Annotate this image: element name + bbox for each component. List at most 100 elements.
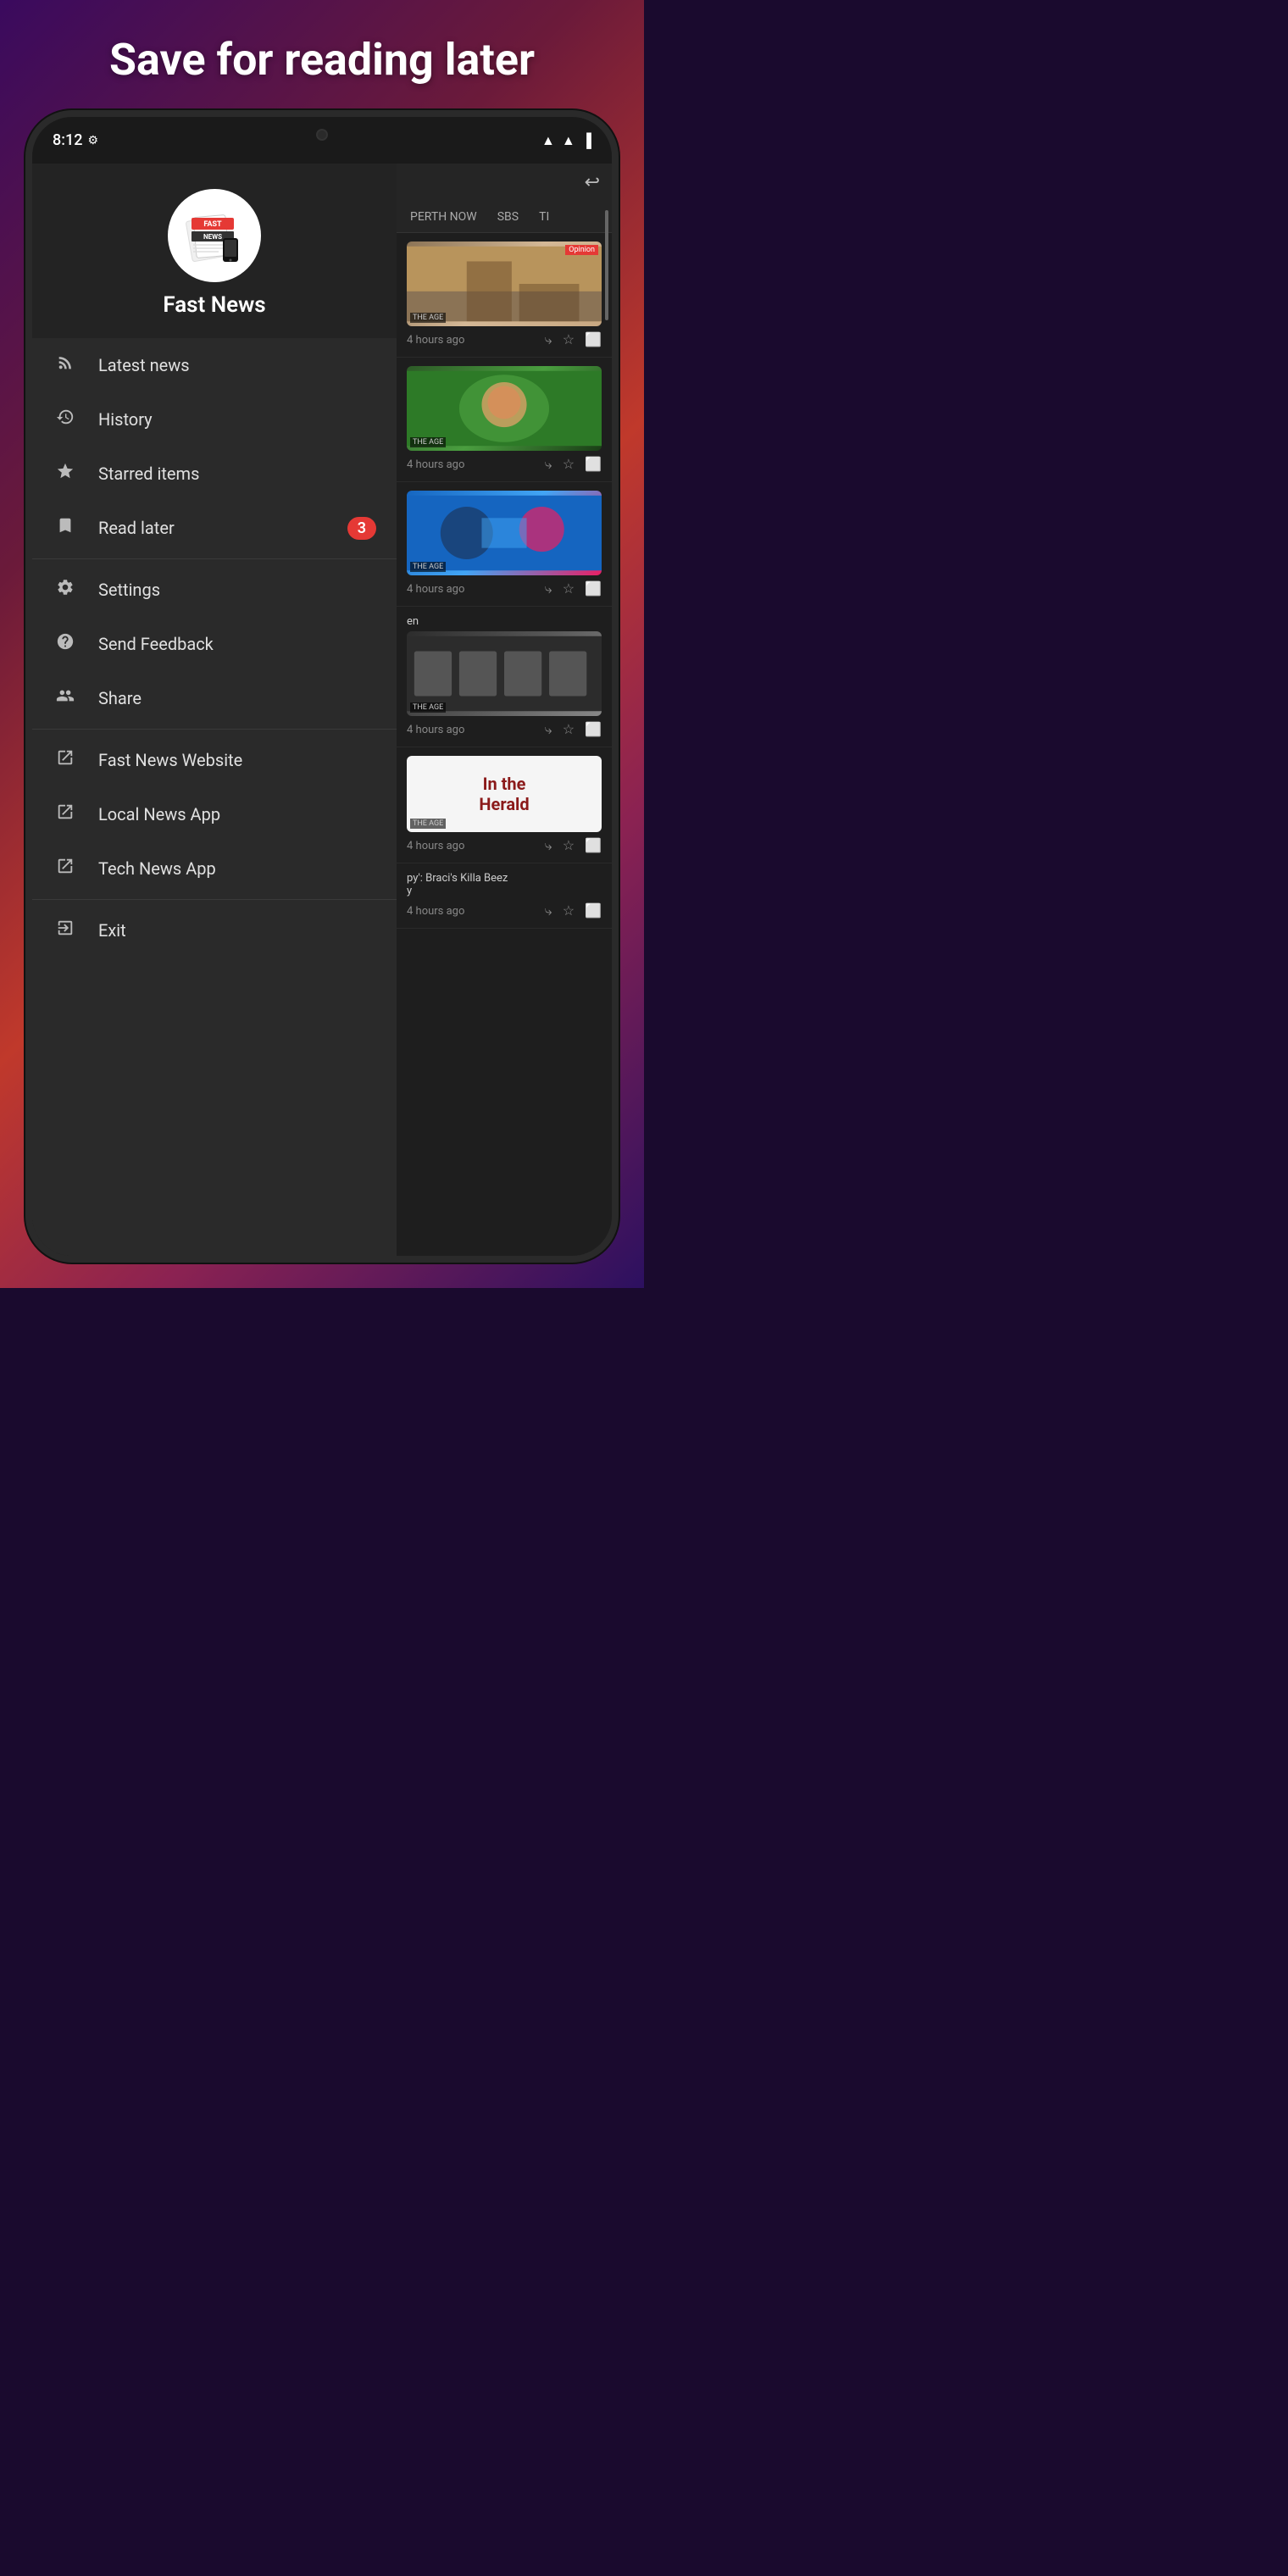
drawer-label-tech-news-app: Tech News App (98, 858, 216, 879)
news-thumb-2: THE AGE (407, 366, 602, 451)
rss-icon (53, 353, 78, 377)
bookmark-action-icon-4[interactable]: ⬜ (585, 721, 602, 738)
share-header-icon[interactable]: ↩ (585, 172, 600, 193)
exit-icon (53, 919, 78, 942)
news-list: Opinion THE AGE 4 hours ago ⤷ ☆ ⬜ (397, 233, 612, 1256)
opinion-badge-1: Opinion (565, 245, 598, 255)
the-age-mark-5: THE AGE (410, 819, 446, 829)
gear-icon (53, 578, 78, 602)
share-icon-6[interactable]: ⤷ (545, 902, 552, 919)
drawer-label-read-later: Read later (98, 518, 175, 538)
battery-icon: ▐ (582, 132, 591, 149)
bookmark-icon (53, 516, 78, 540)
drawer-label-feedback: Send Feedback (98, 634, 214, 654)
star-icon (53, 462, 78, 486)
the-age-mark-2: THE AGE (410, 437, 446, 447)
page-title: Save for reading later (0, 34, 644, 86)
star-action-icon-3[interactable]: ☆ (563, 580, 575, 597)
bookmark-action-icon-2[interactable]: ⬜ (585, 456, 602, 473)
news-item-4-bottom: 4 hours ago ⤷ ☆ ⬜ (407, 721, 602, 738)
drawer-label-latest-news: Latest news (98, 355, 190, 375)
drawer-item-starred[interactable]: Starred items (32, 447, 397, 501)
app-name: Fast News (163, 292, 265, 318)
drawer-item-history[interactable]: History (32, 392, 397, 447)
drawer-header: FAST NEWS Fast News (32, 164, 397, 338)
share-icon-2[interactable]: ⤷ (545, 456, 552, 473)
scrollbar[interactable] (605, 210, 608, 320)
news-item-1-bottom: 4 hours ago ⤷ ☆ ⬜ (407, 331, 602, 348)
news-thumb-4: THE AGE (407, 631, 602, 716)
news-time-1: 4 hours ago (407, 334, 464, 347)
news-time-3: 4 hours ago (407, 583, 464, 596)
news-thumb-5: In theHerald THE AGE (407, 756, 602, 832)
news-item-5[interactable]: In theHerald THE AGE 4 hours ago ⤷ ☆ ⬜ (397, 747, 612, 863)
wifi-icon: ▲ (541, 132, 555, 149)
news-time-2: 4 hours ago (407, 458, 464, 471)
help-icon (53, 632, 78, 656)
star-action-icon-6[interactable]: ☆ (563, 902, 575, 919)
svg-text:FAST: FAST (203, 220, 222, 229)
bookmark-action-icon-6[interactable]: ⬜ (585, 902, 602, 919)
share-icon-3[interactable]: ⤷ (545, 580, 552, 597)
star-action-icon-4[interactable]: ☆ (563, 721, 575, 738)
drawer-item-exit[interactable]: Exit (32, 903, 397, 958)
navigation-drawer: FAST NEWS Fast News (32, 164, 397, 1256)
news-item-1[interactable]: Opinion THE AGE 4 hours ago ⤷ ☆ ⬜ (397, 233, 612, 358)
news-item-6[interactable]: py': Braci's Killa Beezy 4 hours ago ⤷ ☆… (397, 863, 612, 929)
star-action-icon-5[interactable]: ☆ (563, 837, 575, 854)
drawer-item-share[interactable]: Share (32, 671, 397, 725)
share-icon-5[interactable]: ⤷ (545, 837, 552, 854)
news-actions-5: ⤷ ☆ ⬜ (545, 837, 602, 854)
news-time-4: 4 hours ago (407, 724, 464, 736)
external-link-icon-3 (53, 857, 78, 880)
phone-content: FAST NEWS Fast News (32, 164, 612, 1256)
news-time-5: 4 hours ago (407, 840, 464, 852)
news-panel: ↩ PERTH NOW SBS TI Opinion (397, 164, 612, 1256)
star-action-icon-2[interactable]: ☆ (563, 456, 575, 473)
drawer-item-read-later[interactable]: Read later 3 (32, 501, 397, 555)
read-later-badge: 3 (347, 517, 376, 540)
tab-ti[interactable]: TI (530, 202, 558, 232)
drawer-label-local-news-app: Local News App (98, 804, 220, 824)
app-logo: FAST NEWS (168, 189, 261, 282)
drawer-item-settings[interactable]: Settings (32, 563, 397, 617)
external-link-icon-2 (53, 802, 78, 826)
bookmark-action-icon-3[interactable]: ⬜ (585, 580, 602, 597)
news-actions-2: ⤷ ☆ ⬜ (545, 456, 602, 473)
external-link-icon-1 (53, 748, 78, 772)
the-age-mark-1: THE AGE (410, 313, 446, 323)
news-item-5-bottom: 4 hours ago ⤷ ☆ ⬜ (407, 837, 602, 854)
drawer-item-local-news-app[interactable]: Local News App (32, 787, 397, 841)
news-item-2[interactable]: THE AGE 4 hours ago ⤷ ☆ ⬜ (397, 358, 612, 482)
the-age-mark-4: THE AGE (410, 702, 446, 713)
drawer-item-fast-news-website[interactable]: Fast News Website (32, 733, 397, 787)
divider-1 (32, 558, 397, 559)
news-tabs: PERTH NOW SBS TI (397, 202, 612, 233)
drawer-label-history: History (98, 409, 153, 430)
news-item-2-bottom: 4 hours ago ⤷ ☆ ⬜ (407, 456, 602, 473)
news-text-4: en (407, 615, 602, 628)
tab-sbs[interactable]: SBS (489, 202, 527, 232)
status-bar: 8:12 ⚙ ▲ ▲ ▐ (32, 117, 612, 164)
star-action-icon-1[interactable]: ☆ (563, 331, 575, 348)
drawer-item-tech-news-app[interactable]: Tech News App (32, 841, 397, 896)
tab-perth-now[interactable]: PERTH NOW (402, 202, 486, 232)
news-actions-6: ⤷ ☆ ⬜ (545, 902, 602, 919)
bookmark-action-icon-5[interactable]: ⬜ (585, 837, 602, 854)
share-icon-1[interactable]: ⤷ (545, 331, 552, 348)
news-item-3[interactable]: THE AGE 4 hours ago ⤷ ☆ ⬜ (397, 482, 612, 607)
history-icon (53, 408, 78, 431)
divider-2 (32, 729, 397, 730)
signal-icon: ▲ (562, 132, 575, 149)
news-thumb-3: THE AGE (407, 491, 602, 575)
share-icon-4[interactable]: ⤷ (545, 721, 552, 738)
drawer-item-latest-news[interactable]: Latest news (32, 338, 397, 392)
drawer-item-feedback[interactable]: Send Feedback (32, 617, 397, 671)
status-time: 8:12 ⚙ (53, 131, 98, 149)
the-age-mark-3: THE AGE (410, 562, 446, 572)
status-icons: ▲ ▲ ▐ (541, 132, 591, 149)
drawer-label-settings: Settings (98, 580, 160, 600)
news-item-4[interactable]: en THE AGE 4 hours ago ⤷ ☆ ⬜ (397, 607, 612, 747)
drawer-label-fast-news-website: Fast News Website (98, 750, 242, 770)
bookmark-action-icon-1[interactable]: ⬜ (585, 331, 602, 348)
